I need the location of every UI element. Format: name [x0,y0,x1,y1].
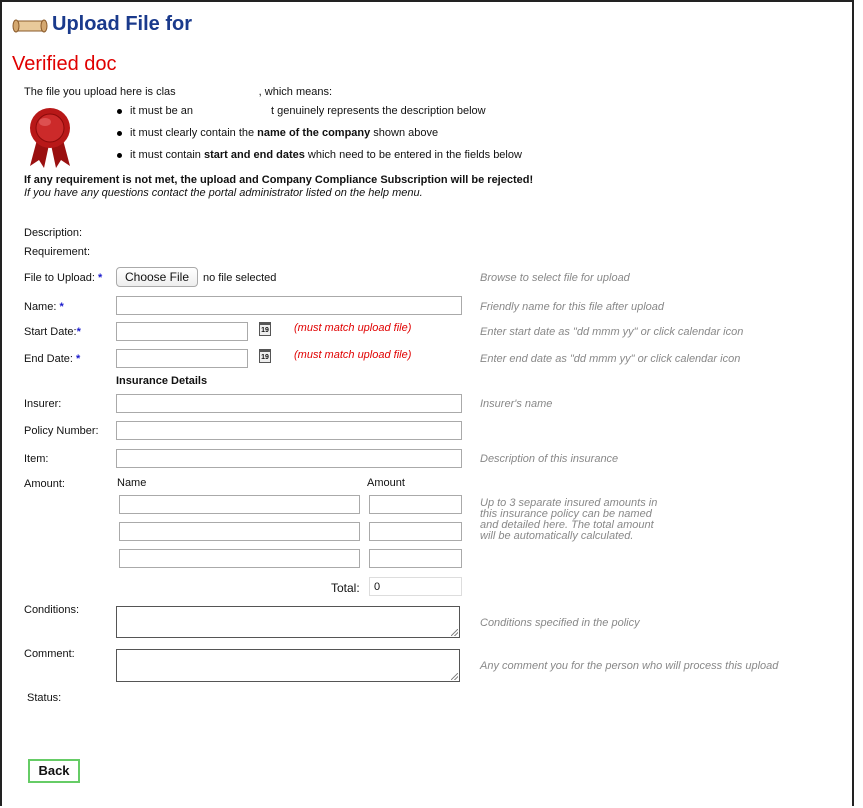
name-input[interactable] [116,296,462,315]
file-upload-label-text: File to Upload: [24,272,95,284]
amount-value-input-1[interactable] [369,495,462,514]
item-label: Item: [24,453,49,465]
requirement-text-end: which need to be entered in the fields b… [304,149,522,161]
requirements-list: it must be an t genuinely represents the … [117,104,522,170]
amount-name-input-1[interactable] [119,495,360,514]
amount-amount-header: Amount [367,477,405,489]
start-date-input[interactable] [116,322,248,341]
name-hint: Friendly name for this file after upload [480,301,665,313]
required-star: * [98,272,103,284]
resize-grip-icon[interactable] [451,673,458,680]
calendar-icon[interactable]: 19 [259,349,271,363]
amount-name-input-3[interactable] [119,549,360,568]
amount-label: Amount: [24,478,65,490]
end-date-label-text: End Date: [24,353,73,365]
ribbon-seal-icon [30,108,70,168]
item-input[interactable] [116,449,462,468]
file-upload-label: File to Upload: * [24,272,102,284]
insurance-details-heading: Insurance Details [116,375,208,387]
requirement-emphasis: start and end dates [203,149,305,161]
intro-text: The file you upload here is clas , which … [24,86,332,98]
policy-number-input[interactable] [116,421,462,440]
choose-file-button[interactable]: Choose File [116,267,198,287]
insurer-hint: Insurer's name [480,398,553,410]
name-label-text: Name: [24,301,57,313]
help-note: If you have any questions contact the po… [24,187,423,199]
insurer-label: Insurer: [24,398,62,410]
item-hint: Description of this insurance [480,453,619,465]
required-star: * [59,301,64,313]
amount-name-input-2[interactable] [119,522,360,541]
policy-number-label: Policy Number: [24,425,99,437]
intro-text-end: , which means: [258,86,333,98]
insurer-input[interactable] [116,394,462,413]
end-date-hint: Enter end date as "dd mmm yy" or click c… [480,353,741,365]
conditions-hint: Conditions specified in the policy [480,617,640,629]
comment-hint: Any comment you for the person who will … [480,660,779,672]
amount-hint: Up to 3 separate insured amounts in this… [480,498,657,542]
end-date-note: (must match upload file) [294,349,412,361]
requirement-item: it must clearly contain the name of the … [117,126,522,148]
required-star: * [76,326,81,338]
requirement-label: Requirement: [24,246,91,258]
start-date-note: (must match upload file) [294,322,412,334]
start-date-label-text: Start Date: [24,326,77,338]
comment-label: Comment: [24,648,75,660]
end-date-input[interactable] [116,349,248,368]
status-label: Status: [27,692,62,704]
requirement-text: it must be an [130,105,193,117]
requirement-text: it must contain [130,149,204,161]
amount-value-input-3[interactable] [369,549,462,568]
end-date-label: End Date: * [24,353,80,365]
resize-grip-icon[interactable] [451,629,458,636]
amount-name-header: Name [117,477,147,489]
required-star: * [75,353,81,365]
requirement-item: it must contain start and end dates whic… [117,148,522,170]
start-date-label: Start Date:* [24,326,81,338]
requirement-emphasis: name of the company [257,127,371,139]
intro-text-start: The file you upload here is clas [24,86,176,98]
comment-textarea[interactable] [116,649,460,682]
name-label: Name: * [24,301,64,313]
document-type-heading: Verified doc [12,53,117,75]
rejection-warning: If any requirement is not met, the uploa… [24,174,534,186]
amount-hint-line: will be automatically calculated. [480,530,634,542]
page-title: Upload File for [52,13,192,35]
amount-value-input-2[interactable] [369,522,462,541]
file-hint: Browse to select file for upload [480,272,630,284]
back-button[interactable]: Back [28,759,80,783]
total-value: 0 [369,577,462,596]
requirement-item: it must be an t genuinely represents the … [117,104,522,126]
calendar-icon[interactable]: 19 [259,322,271,336]
start-date-hint: Enter start date as "dd mmm yy" or click… [480,326,744,338]
scroll-icon [12,19,48,33]
no-file-text: no file selected [203,272,277,284]
requirement-text: it must clearly contain the [130,127,258,139]
conditions-textarea[interactable] [116,606,460,638]
requirement-text-end: t genuinely represents the description b… [270,105,486,117]
total-label: Total: [331,581,360,595]
requirement-text-end: shown above [370,127,439,139]
conditions-label: Conditions: [24,604,80,616]
description-label: Description: [24,227,83,239]
